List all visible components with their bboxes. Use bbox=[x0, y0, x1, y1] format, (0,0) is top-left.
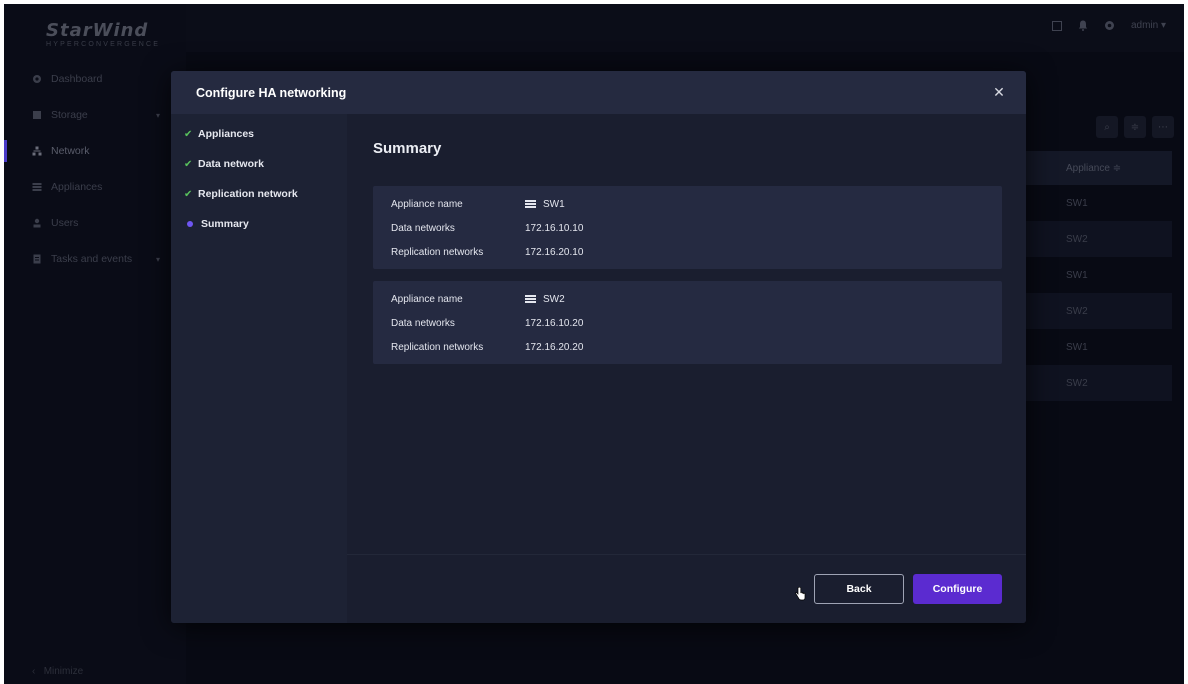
logo-subtext: HYPERCONVERGENCE bbox=[46, 41, 161, 48]
dialog-content: Summary Appliance name SW1 Data networks… bbox=[347, 114, 1026, 623]
topbar-actions: admin ▾ bbox=[1051, 20, 1166, 31]
row-label: Data networks bbox=[391, 317, 455, 329]
gear-icon bbox=[33, 75, 41, 83]
configure-ha-networking-dialog: Configure HA networking ✕ ✔ Appliances ✔… bbox=[171, 71, 1026, 623]
row-label: Replication networks bbox=[391, 341, 484, 353]
row-label: Data networks bbox=[391, 222, 455, 234]
table-row: SW2 bbox=[1026, 365, 1172, 401]
server-icon bbox=[525, 200, 536, 208]
table-row: SW2 bbox=[1026, 293, 1172, 329]
back-button[interactable]: Back bbox=[814, 574, 904, 604]
settings-gear-icon[interactable] bbox=[1104, 20, 1115, 31]
sidebar-item-appliances[interactable]: Appliances bbox=[4, 172, 174, 202]
appliances-icon bbox=[32, 183, 42, 191]
log-icon[interactable] bbox=[1051, 20, 1062, 31]
row-value: SW1 bbox=[525, 199, 565, 210]
replication-networks-row: Replication networks 172.16.20.20 bbox=[391, 339, 583, 355]
tasks-icon bbox=[33, 254, 41, 264]
dialog-header: Configure HA networking ✕ bbox=[171, 71, 1026, 114]
sidebar-item-tasks[interactable]: Tasks and events ▾ bbox=[4, 244, 174, 274]
row-label: Replication networks bbox=[391, 246, 484, 258]
current-step-dot-icon bbox=[187, 221, 193, 227]
wizard-steps: ✔ Appliances ✔ Data network ✔ Replicatio… bbox=[171, 114, 347, 623]
dialog-title: Configure HA networking bbox=[196, 85, 347, 100]
minimize-label: Minimize bbox=[43, 666, 84, 677]
chevron-down-icon: ▾ bbox=[155, 110, 160, 120]
appliance-name: SW2 bbox=[543, 293, 565, 305]
logo: StarWind HYPERCONVERGENCE bbox=[4, 4, 186, 52]
appliance-name-row: Appliance name SW2 bbox=[391, 291, 565, 307]
data-networks-row: Data networks 172.16.10.10 bbox=[391, 220, 583, 236]
table-row: SW1 bbox=[1066, 269, 1088, 281]
sidebar-item-label: Appliances bbox=[51, 181, 103, 193]
sidebar-item-label: Tasks and events bbox=[51, 253, 133, 265]
sidebar-item-label: Storage bbox=[51, 109, 88, 121]
step-summary[interactable]: Summary bbox=[184, 214, 249, 234]
background-toolbar: ⌕ ≑ ⋯ bbox=[1096, 116, 1174, 138]
footer-divider bbox=[347, 554, 1026, 555]
user-menu[interactable]: admin ▾ bbox=[1131, 20, 1166, 31]
search-icon[interactable]: ⌕ bbox=[1096, 116, 1118, 138]
sidebar-item-users[interactable]: Users bbox=[4, 208, 174, 238]
table-row: SW1 bbox=[1066, 341, 1088, 353]
hand-cursor-icon bbox=[795, 587, 806, 601]
app-window: StarWind HYPERCONVERGENCE Dashboard Stor… bbox=[4, 4, 1184, 684]
filter-icon[interactable]: ≑ bbox=[1124, 116, 1146, 138]
configure-button[interactable]: Configure bbox=[913, 574, 1002, 604]
appliance-name-row: Appliance name SW1 bbox=[391, 196, 565, 212]
table-row: SW1 bbox=[1066, 197, 1088, 209]
row-label: Appliance name bbox=[391, 198, 463, 210]
step-data-network[interactable]: ✔ Data network bbox=[184, 154, 264, 174]
row-value: 172.16.20.20 bbox=[525, 341, 584, 353]
background-table: Appliance ≑ SW1 SW2 SW1 SW2 SW1 SW2 bbox=[1026, 151, 1172, 401]
step-label: Replication network bbox=[198, 188, 298, 200]
appliance-summary-card: Appliance name SW1 Data networks 172.16.… bbox=[373, 186, 1002, 269]
bell-icon[interactable] bbox=[1078, 20, 1088, 31]
appliance-name: SW1 bbox=[543, 198, 565, 210]
server-icon bbox=[525, 295, 536, 303]
step-label: Summary bbox=[201, 218, 249, 230]
chevron-left-icon: ‹ bbox=[32, 666, 36, 677]
sidebar-item-network[interactable]: Network bbox=[4, 136, 174, 166]
summary-heading: Summary bbox=[373, 140, 442, 157]
row-value: SW2 bbox=[525, 294, 565, 305]
row-value: 172.16.10.10 bbox=[525, 222, 584, 234]
row-value: 172.16.10.20 bbox=[525, 317, 584, 329]
check-icon: ✔ bbox=[184, 188, 193, 200]
sidebar-item-dashboard[interactable]: Dashboard bbox=[4, 64, 174, 94]
network-icon bbox=[32, 146, 42, 156]
minimize-button[interactable]: ‹ Minimize bbox=[32, 666, 83, 677]
table-header-appliance[interactable]: Appliance ≑ bbox=[1026, 151, 1172, 185]
more-icon[interactable]: ⋯ bbox=[1152, 116, 1174, 138]
sidebar-item-label: Network bbox=[51, 145, 90, 157]
row-label: Appliance name bbox=[391, 293, 463, 305]
data-networks-row: Data networks 172.16.10.20 bbox=[391, 315, 583, 331]
check-icon: ✔ bbox=[184, 158, 193, 170]
sidebar-item-label: Users bbox=[51, 217, 79, 229]
storage-icon bbox=[33, 111, 41, 119]
chevron-down-icon: ▾ bbox=[155, 254, 160, 264]
table-row: SW2 bbox=[1026, 221, 1172, 257]
logo-text: StarWind bbox=[46, 20, 149, 41]
close-icon[interactable]: ✕ bbox=[990, 83, 1008, 101]
step-label: Data network bbox=[198, 158, 264, 170]
topbar: admin ▾ bbox=[186, 4, 1184, 52]
sidebar: StarWind HYPERCONVERGENCE Dashboard Stor… bbox=[4, 4, 186, 684]
user-icon bbox=[33, 218, 41, 228]
sidebar-item-storage[interactable]: Storage ▾ bbox=[4, 100, 174, 130]
appliance-summary-card: Appliance name SW2 Data networks 172.16.… bbox=[373, 281, 1002, 364]
step-label: Appliances bbox=[198, 128, 255, 140]
step-replication-network[interactable]: ✔ Replication network bbox=[184, 184, 298, 204]
replication-networks-row: Replication networks 172.16.20.10 bbox=[391, 244, 583, 260]
sidebar-item-label: Dashboard bbox=[51, 73, 103, 85]
step-appliances[interactable]: ✔ Appliances bbox=[184, 124, 254, 144]
check-icon: ✔ bbox=[184, 128, 193, 140]
row-value: 172.16.20.10 bbox=[525, 246, 584, 258]
